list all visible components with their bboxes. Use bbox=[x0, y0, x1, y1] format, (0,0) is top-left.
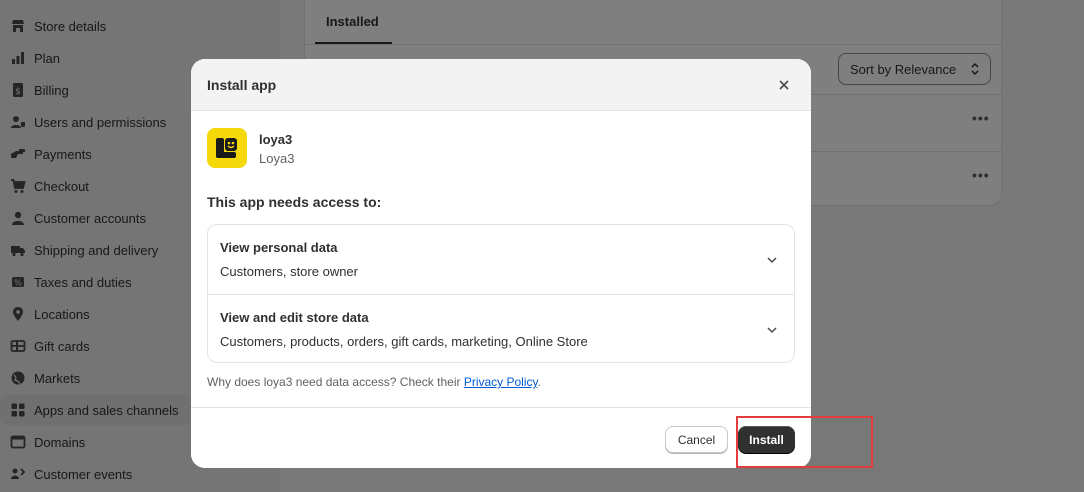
close-icon bbox=[779, 80, 789, 90]
access-item-personal-data[interactable]: View personal data Customers, store owne… bbox=[208, 225, 794, 294]
access-title: View personal data bbox=[220, 240, 338, 255]
app-logo bbox=[207, 128, 247, 168]
access-title: View and edit store data bbox=[220, 310, 369, 325]
data-access-note: Why does loya3 need data access? Check t… bbox=[207, 375, 541, 389]
access-description: Customers, store owner bbox=[220, 264, 358, 279]
modal-title: Install app bbox=[207, 77, 277, 93]
modal-header: Install app bbox=[191, 59, 811, 111]
modal-footer: Cancel Install bbox=[191, 407, 811, 468]
annotation-highlight-box bbox=[736, 416, 873, 468]
data-access-question: Why does loya3 need data access? Check t… bbox=[207, 375, 464, 389]
close-button[interactable] bbox=[776, 77, 792, 93]
access-list: View personal data Customers, store owne… bbox=[207, 224, 795, 363]
data-access-period: . bbox=[537, 375, 541, 389]
app-developer: Loya3 bbox=[259, 151, 295, 166]
loya3-logo-icon bbox=[216, 138, 237, 158]
access-description: Customers, products, orders, gift cards,… bbox=[220, 334, 588, 349]
chevron-down-icon bbox=[767, 257, 777, 264]
cancel-button[interactable]: Cancel bbox=[665, 426, 728, 453]
app-name: loya3 bbox=[259, 132, 293, 147]
chevron-down-icon bbox=[767, 327, 777, 334]
access-item-store-data[interactable]: View and edit store data Customers, prod… bbox=[208, 294, 794, 363]
access-heading: This app needs access to: bbox=[207, 194, 382, 210]
install-app-modal: Install app loya3 Loya3 This app needs a… bbox=[191, 59, 811, 468]
privacy-policy-link[interactable]: Privacy Policy bbox=[464, 375, 538, 389]
